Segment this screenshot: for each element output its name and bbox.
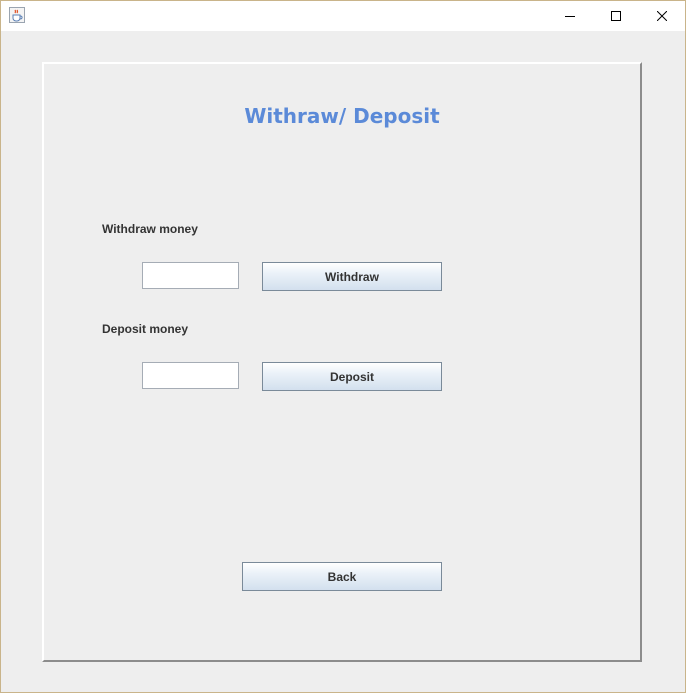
minimize-button[interactable] (547, 1, 593, 31)
maximize-icon (611, 11, 621, 21)
minimize-icon (565, 16, 575, 17)
app-window: Withraw/ Deposit Withdraw money Withdraw… (0, 0, 686, 693)
page-title: Withraw/ Deposit (244, 104, 440, 128)
maximize-button[interactable] (593, 1, 639, 31)
withdraw-button[interactable]: Withdraw (262, 262, 442, 291)
java-cup-icon[interactable] (9, 7, 25, 23)
content-panel: Withraw/ Deposit Withdraw money Withdraw… (42, 62, 642, 662)
withdraw-amount-input[interactable] (142, 262, 239, 289)
close-icon (657, 11, 667, 21)
close-button[interactable] (639, 1, 685, 31)
withdraw-money-label: Withdraw money (102, 222, 198, 236)
back-button[interactable]: Back (242, 562, 442, 591)
title-bar[interactable] (1, 1, 685, 31)
deposit-button[interactable]: Deposit (262, 362, 442, 391)
deposit-amount-input[interactable] (142, 362, 239, 389)
deposit-money-label: Deposit money (102, 322, 189, 336)
